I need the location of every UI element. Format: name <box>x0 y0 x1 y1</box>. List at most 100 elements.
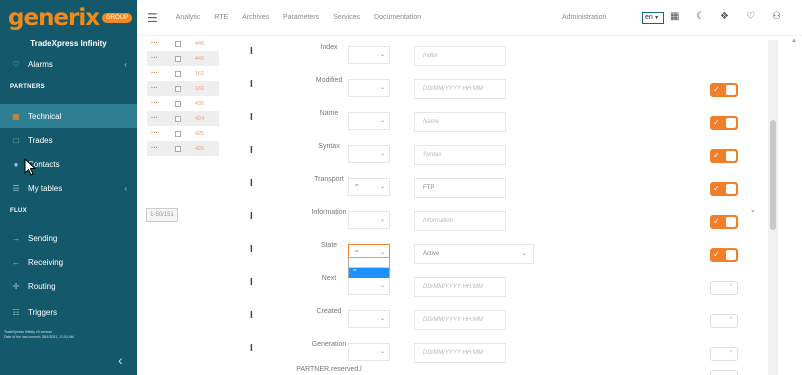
row-id: 445 <box>195 55 205 62</box>
next-date-input[interactable]: DD/MM/YYYY HH:MM <box>414 277 506 297</box>
visibility-toggle[interactable]: × <box>710 347 738 361</box>
sidebar-item-alarms[interactable]: ♡ Alarms ‹ <box>0 52 137 76</box>
operator-select[interactable]: ⌄ <box>348 343 390 361</box>
index-input[interactable]: Index <box>414 46 506 66</box>
operator-select[interactable]: ⌄ <box>348 310 390 328</box>
list-item[interactable]: ··· 435 <box>147 96 219 111</box>
row-id: 424 <box>195 115 205 122</box>
visibility-toggle[interactable]: ✓ <box>710 215 738 229</box>
more-actions-icon[interactable]: ··· <box>147 85 165 92</box>
dropdown-option-empty[interactable] <box>349 258 389 268</box>
more-actions-icon[interactable]: ··· <box>147 145 165 152</box>
visibility-toggle[interactable]: × <box>710 281 738 295</box>
operator-select[interactable]: = ⌄ <box>348 178 390 196</box>
logo[interactable]: generix GROUP <box>0 0 137 36</box>
list-item[interactable]: ··· 445 <box>147 51 219 66</box>
list-item[interactable]: ··· 161 <box>147 81 219 96</box>
information-input[interactable]: Information <box>414 211 506 231</box>
row-checkbox[interactable] <box>175 85 181 92</box>
text-cursor-icon: I <box>250 46 253 57</box>
dropdown-option-equals[interactable]: = <box>349 268 389 278</box>
bell-icon[interactable]: ♡ <box>746 11 755 22</box>
scrollbar-thumb[interactable] <box>770 120 776 230</box>
check-icon: ✓ <box>713 217 720 226</box>
collapse-sidebar-icon[interactable]: ‹ <box>118 352 123 368</box>
sidebar-item-my-tables[interactable]: ☰ My tables ‹ <box>0 176 137 200</box>
sidebar-item-routing[interactable]: ✛ Routing <box>0 274 137 298</box>
sidebar-item-sending[interactable]: → Sending <box>0 226 137 250</box>
row-id: 161 <box>195 85 205 92</box>
nav-parameters[interactable]: Parameters <box>283 14 319 21</box>
state-select[interactable]: Active ⌄ <box>414 244 534 264</box>
visibility-toggle[interactable]: × <box>710 314 738 328</box>
created-date-input[interactable]: DD/MM/YYYY HH:MM <box>414 310 506 330</box>
nav-documentation[interactable]: Documentation <box>374 14 421 21</box>
row-checkbox[interactable] <box>175 115 181 122</box>
chevron-down-icon: ⌄ <box>379 52 385 58</box>
sidebar-item-technical[interactable]: ▦ Technical <box>0 104 137 128</box>
sidebar-item-receiving[interactable]: ← Receiving <box>0 250 137 274</box>
language-select[interactable]: en ▼ <box>642 12 664 24</box>
name-input[interactable]: Name <box>414 112 506 132</box>
visibility-toggle[interactable]: ✓ <box>710 149 738 163</box>
row-checkbox[interactable] <box>175 55 181 62</box>
sidebar-item-triggers[interactable]: ☷ Triggers <box>0 300 137 324</box>
list-item[interactable]: ··· 426 <box>147 141 219 156</box>
nav-archives[interactable]: Archives <box>242 14 269 21</box>
row-checkbox[interactable] <box>175 100 181 107</box>
hamburger-menu-icon[interactable]: ☰ <box>147 11 158 25</box>
more-actions-icon[interactable]: ··· <box>147 40 165 47</box>
operator-value: = <box>355 183 359 189</box>
list-item[interactable]: ··· 424 <box>147 111 219 126</box>
row-checkbox[interactable] <box>175 130 181 137</box>
triggers-icon: ☷ <box>12 307 20 317</box>
nav-administration[interactable]: Administration <box>562 14 606 21</box>
row-id: 425 <box>195 130 205 137</box>
more-actions-icon[interactable]: ··· <box>147 130 165 137</box>
list-item[interactable]: ··· 446 <box>147 36 219 51</box>
grid-apps-icon[interactable]: ▦ <box>670 11 679 22</box>
operator-select[interactable]: ⌄ <box>348 145 390 163</box>
list-item[interactable]: ··· 425 <box>147 126 219 141</box>
operator-select[interactable]: ⌄ <box>348 112 390 130</box>
list-item[interactable]: ··· 162 <box>147 66 219 81</box>
visibility-toggle[interactable] <box>710 370 738 375</box>
close-icon: × <box>729 316 733 322</box>
user-icon[interactable]: ⚇ <box>772 11 781 22</box>
row-checkbox[interactable] <box>175 40 181 47</box>
visibility-toggle[interactable]: ✓ <box>710 248 738 262</box>
transport-input[interactable]: FTP <box>414 178 506 198</box>
syntax-input[interactable]: Syntax <box>414 145 506 165</box>
operator-select[interactable]: ⌄ <box>348 277 390 295</box>
sidebar-item-contacts[interactable]: ● Contacts <box>0 152 137 176</box>
operator-select[interactable]: ⌄ <box>348 211 390 229</box>
pagination-info[interactable]: 1-50/151 <box>146 208 178 222</box>
more-actions-icon[interactable]: ··· <box>147 115 165 122</box>
text-cursor-icon: I <box>250 244 253 255</box>
nav-analytic[interactable]: Analytic <box>176 14 201 21</box>
modified-date-input[interactable]: DD/MM/YYYY HH:MM <box>414 79 506 99</box>
check-icon: ✓ <box>713 151 720 160</box>
sidebar-item-trades[interactable]: □ Trades <box>0 128 137 152</box>
nav-services[interactable]: Services <box>333 14 360 21</box>
scrollbar[interactable] <box>768 40 778 375</box>
operator-select[interactable]: ⌄ <box>348 79 390 97</box>
tag-icon[interactable]: ❖ <box>720 11 729 22</box>
operator-select[interactable]: ⌄ <box>348 46 390 64</box>
nav-rte[interactable]: RTE <box>214 14 228 21</box>
sidebar: generix GROUP TradeXpress Infinity ♡ Ala… <box>0 0 137 375</box>
app-name: TradeXpress Infinity <box>30 39 107 48</box>
visibility-toggle[interactable]: ✓ <box>710 116 738 130</box>
more-actions-icon[interactable]: ··· <box>147 100 165 107</box>
check-icon: ✓ <box>713 85 720 94</box>
row-checkbox[interactable] <box>175 145 181 152</box>
visibility-toggle[interactable]: ✓ <box>710 83 738 97</box>
scroll-up-icon[interactable]: ▲ <box>791 38 797 44</box>
more-actions-icon[interactable]: ··· <box>147 55 165 62</box>
moon-icon[interactable]: ☾ <box>696 11 705 22</box>
generation-date-input[interactable]: DD/MM/YYYY HH:MM <box>414 343 506 363</box>
row-checkbox[interactable] <box>175 70 181 77</box>
visibility-toggle[interactable]: ✓ <box>710 182 738 196</box>
chevron-down-icon[interactable]: ⌄ <box>750 206 756 214</box>
more-actions-icon[interactable]: ··· <box>147 70 165 77</box>
